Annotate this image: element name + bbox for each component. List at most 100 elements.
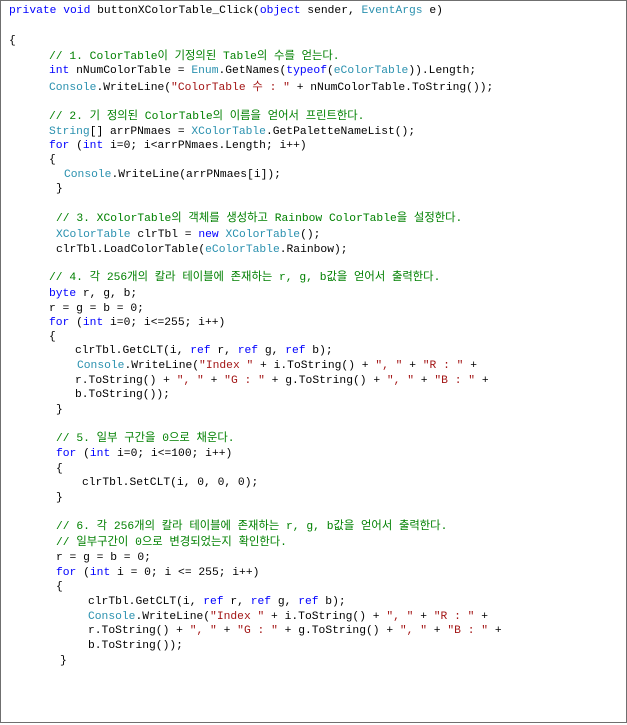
code-token: EventArgs	[361, 5, 423, 17]
code-token: new	[198, 229, 219, 241]
code-token: ref	[237, 345, 259, 357]
code-token: +	[414, 375, 435, 387]
code-token: }	[56, 492, 63, 504]
code-token: .WriteLine(arrPNmaes[i]);	[111, 169, 281, 181]
code-token: for	[56, 567, 77, 579]
code-token: // 3. XColorTable의 객체를 생성하고 Rainbow Colo…	[56, 213, 463, 225]
code-line: // 6. 각 256개의 칼라 테이블에 존재하는 r, g, b값을 얻어서…	[56, 519, 447, 535]
code-token: r = g = b = 0;	[56, 552, 151, 564]
code-token: clrTbl =	[130, 229, 199, 241]
code-token: eColorTable	[333, 65, 409, 77]
code-token: r,	[210, 345, 238, 357]
code-token: clrTbl.SetCLT(i, 0, 0, 0);	[82, 477, 259, 489]
code-token: "B : "	[434, 375, 476, 387]
code-line: {	[9, 33, 16, 49]
code-token: "R : "	[422, 360, 464, 372]
code-token: (	[76, 448, 90, 460]
code-token: + i.ToString() +	[253, 360, 376, 372]
code-line: private void buttonXColorTable_Click(obj…	[9, 3, 443, 19]
code-token: Console	[77, 360, 125, 372]
code-token: Console	[88, 611, 136, 623]
code-token: }	[60, 655, 67, 667]
code-token: ref	[190, 345, 211, 357]
code-token: + nNumColorTable.ToString());	[289, 82, 494, 94]
code-line: }	[56, 490, 63, 506]
code-token: int	[82, 140, 104, 152]
code-token: // 1. ColorTable이 기정의된 Table의 수를 얻는다.	[49, 51, 340, 63]
code-listing-frame: private void buttonXColorTable_Click(obj…	[0, 0, 627, 723]
code-line: Console.WriteLine("ColorTable 수 : " + nN…	[49, 80, 493, 96]
code-token: g,	[271, 596, 299, 608]
code-line: {	[56, 579, 63, 595]
code-line: }	[60, 653, 67, 669]
code-token: e)	[422, 5, 443, 17]
code-line: {	[49, 329, 56, 345]
code-token: +	[463, 360, 478, 372]
code-token: ();	[300, 229, 321, 241]
code-token: // 2. 기 정의된 ColorTable의 이름을 얻어서 프린트한다.	[49, 111, 365, 123]
code-token: i=0; i<=255; i++)	[103, 317, 226, 329]
code-token: .Rainbow);	[279, 244, 348, 256]
code-token: +	[475, 375, 489, 387]
code-token: typeof	[286, 65, 327, 77]
code-token: // 4. 각 256개의 칼라 테이블에 존재하는 r, g, b값을 얻어서…	[49, 272, 441, 284]
code-token: "Index "	[199, 360, 254, 372]
code-token: {	[56, 463, 63, 475]
code-token: sender,	[300, 5, 362, 17]
code-token: +	[413, 611, 434, 623]
code-token: clrTbl.GetCLT(i,	[88, 596, 204, 608]
code-token: ref	[250, 596, 272, 608]
code-token: i=0; i<=100; i++)	[110, 448, 233, 460]
code-line: b.ToString());	[75, 387, 170, 403]
code-token: .WriteLine(	[96, 82, 172, 94]
code-token: int	[89, 448, 111, 460]
code-token: }	[56, 183, 63, 195]
code-token: r, g, b;	[76, 288, 138, 300]
code-token: + g.ToString() +	[277, 625, 400, 637]
code-token: )).Length;	[408, 65, 477, 77]
code-token: int	[82, 317, 104, 329]
code-token: object	[259, 5, 301, 17]
code-token: +	[402, 360, 423, 372]
code-token: .GetPaletteNameList();	[265, 126, 416, 138]
code-line: for (int i = 0; i <= 255; i++)	[56, 565, 259, 581]
code-token: XColorTable	[191, 126, 266, 138]
code-token: .GetNames(	[218, 65, 287, 77]
code-line: // 2. 기 정의된 ColorTable의 이름을 얻어서 프린트한다.	[49, 109, 364, 125]
code-token: {	[56, 581, 63, 593]
code-token: "R : "	[433, 611, 475, 623]
code-line: for (int i=0; i<=100; i++)	[56, 446, 232, 462]
code-token: (	[69, 140, 83, 152]
code-token: "G : "	[237, 625, 278, 637]
code-token: ", "	[386, 375, 415, 387]
code-line: int nNumColorTable = Enum.GetNames(typeo…	[49, 63, 476, 79]
code-line: Console.WriteLine(arrPNmaes[i]);	[64, 167, 281, 183]
code-line: XColorTable clrTbl = new XColorTable();	[56, 227, 320, 243]
code-token: for	[49, 140, 70, 152]
code-token: b.ToString());	[75, 389, 170, 401]
code-token: (	[76, 567, 90, 579]
code-token: ref	[298, 596, 319, 608]
code-token: .WriteLine(	[124, 360, 200, 372]
code-line: Console.WriteLine("Index " + i.ToString(…	[77, 358, 477, 374]
code-token: Console	[64, 169, 112, 181]
code-token: private void	[9, 5, 91, 17]
code-token: ", "	[176, 375, 204, 387]
code-token: +	[488, 625, 502, 637]
code-token: +	[203, 375, 225, 387]
code-line: clrTbl.GetCLT(i, ref r, ref g, ref b);	[88, 594, 346, 610]
code-token: (	[69, 317, 83, 329]
code-line: clrTbl.GetCLT(i, ref r, ref g, ref b);	[75, 343, 333, 359]
code-token: XColorTable	[56, 229, 131, 241]
code-line: // 5. 일부 구간을 0으로 채운다.	[56, 431, 235, 447]
code-token: b);	[318, 596, 346, 608]
code-token: // 일부구간이 0으로 변경되었는지 확인한다.	[56, 537, 287, 549]
code-token: ", "	[386, 611, 414, 623]
code-token: ", "	[375, 360, 403, 372]
code-token: byte	[49, 288, 77, 300]
code-line: for (int i=0; i<arrPNmaes.Length; i++)	[49, 138, 307, 154]
code-token: r.ToString() +	[75, 375, 177, 387]
code-line: r = g = b = 0;	[56, 550, 151, 566]
code-token: [] arrPNmaes =	[89, 126, 192, 138]
